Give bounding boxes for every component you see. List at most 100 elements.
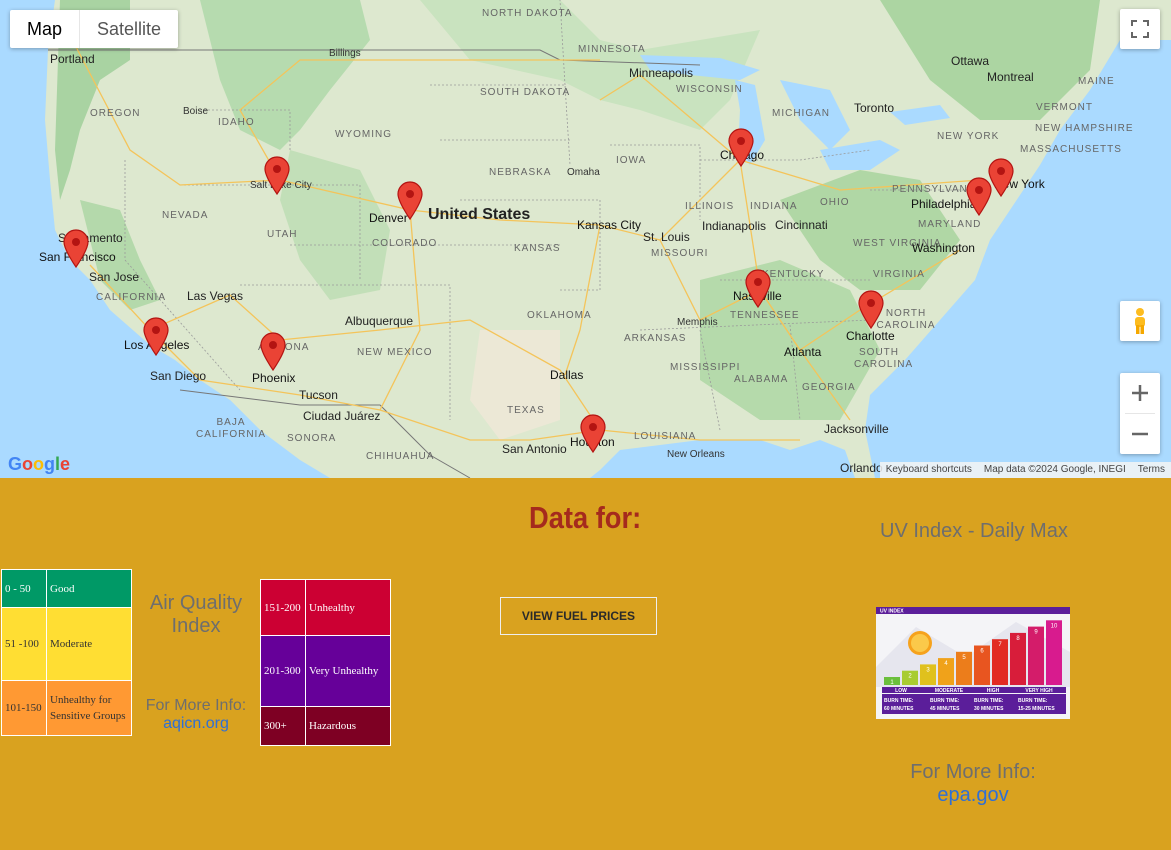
state-label: WISCONSIN	[676, 84, 743, 95]
city-label: Billings	[329, 48, 361, 59]
marker-pin-icon	[728, 128, 754, 168]
state-label: MICHIGAN	[772, 108, 830, 119]
google-logo-letter: o	[33, 454, 45, 474]
google-logo-letter: G	[8, 454, 23, 474]
aqi-row: 151-200 Unhealthy	[260, 579, 391, 636]
view-fuel-prices-button[interactable]: VIEW FUEL PRICES	[500, 597, 657, 635]
aqicn-link[interactable]: aqicn.org	[137, 715, 255, 733]
map-marker-salt-lake-city[interactable]	[263, 155, 291, 196]
uv-burn-label: BURN TIME:	[930, 698, 960, 704]
city-label: Portland	[50, 52, 95, 66]
city-label: Toronto	[854, 101, 895, 115]
map-marker-san-francisco[interactable]	[62, 228, 90, 269]
plus-icon	[1132, 385, 1148, 401]
state-label: OKLAHOMA	[527, 310, 592, 321]
city-label: San Jose	[89, 270, 140, 284]
state-label: SONORA	[287, 433, 337, 444]
map-marker-nashville[interactable]	[744, 268, 772, 309]
map-marker-charlotte[interactable]	[857, 289, 885, 330]
map-marker-los-angeles[interactable]	[142, 316, 170, 357]
aqi-row: 0 - 50 Good	[1, 569, 132, 608]
epa-link[interactable]: epa.gov	[880, 784, 1066, 807]
state-label: IOWA	[616, 155, 647, 166]
data-for-heading: Data for:	[529, 500, 642, 535]
map[interactable]: NORTH DAKOTA MINNESOTA SOUTH DAKOTA WISC…	[0, 0, 1171, 478]
map-marker-houston[interactable]	[579, 413, 607, 454]
city-label: Las Vegas	[187, 289, 244, 303]
uv-index-chart-image: UV INDEX 12345678910 LOW MODERATE HIGH VERY…	[876, 607, 1070, 719]
terms-link[interactable]: Terms	[1132, 462, 1171, 478]
aqi-row: 101-150 Unhealthy for Sensitive Groups	[1, 680, 132, 736]
map-data-text: Map data ©2024 Google, INEGI	[983, 464, 1126, 475]
aqi-title: Air Quality Index	[149, 592, 243, 637]
map-marker-new-york[interactable]	[987, 157, 1015, 198]
aqi-legend-right: 151-200 Unhealthy 201-300 Very Unhealthy…	[260, 579, 391, 746]
map-attribution: Keyboard shortcuts Map data ©2024 Google…	[879, 462, 1171, 478]
uv-level-label: VERY HIGH	[1025, 688, 1053, 694]
state-label: ALABAMA	[734, 374, 789, 385]
aqi-range: 201-300	[260, 635, 306, 707]
google-logo-letter: o	[22, 454, 34, 474]
keyboard-shortcuts-link[interactable]: Keyboard shortcuts	[880, 462, 978, 478]
state-label: OHIO	[820, 197, 850, 208]
google-logo-letter: e	[60, 454, 71, 474]
uv-burn-time: 45 MINUTES	[930, 706, 960, 712]
city-label: Minneapolis	[629, 66, 694, 80]
marker-pin-icon	[260, 332, 286, 372]
map-type-map-button[interactable]: Map	[10, 10, 79, 48]
aqi-range: 101-150	[1, 680, 47, 736]
map-marker-denver[interactable]	[396, 180, 424, 221]
marker-pin-icon	[63, 229, 89, 269]
uv-burn-time: 60 MINUTES	[884, 706, 914, 712]
zoom-out-button[interactable]	[1120, 414, 1160, 454]
aqi-level: Unhealthy for Sensitive Groups	[46, 680, 132, 736]
uv-burn-time: 30 MINUTES	[974, 706, 1004, 712]
map-type-satellite-button[interactable]: Satellite	[79, 10, 178, 48]
fullscreen-icon	[1131, 20, 1149, 38]
city-label: Charlotte	[846, 329, 895, 343]
state-label: CALIFORNIA	[96, 292, 167, 303]
state-label: LOUISIANA	[634, 431, 697, 442]
city-label: Boise	[183, 106, 209, 117]
state-label: MARYLAND	[918, 219, 982, 230]
city-label: Ottawa	[951, 54, 990, 68]
zoom-in-button[interactable]	[1120, 373, 1160, 413]
state-label: COLORADO	[372, 238, 438, 249]
city-label: Albuquerque	[345, 314, 414, 328]
state-label: MINNESOTA	[578, 44, 646, 55]
state-label: VERMONT	[1036, 102, 1093, 113]
state-label: NEW YORK	[937, 131, 1000, 142]
state-label: NEVADA	[162, 210, 209, 221]
state-label: MISSISSIPPI	[670, 362, 741, 373]
state-label: TENNESSEE	[730, 310, 800, 321]
uv-level-label: MODERATE	[935, 688, 964, 694]
state-label: MAINE	[1078, 76, 1115, 87]
map-marker-chicago[interactable]	[727, 127, 755, 168]
map-marker-phoenix[interactable]	[259, 331, 287, 372]
aqi-level: Moderate	[46, 607, 132, 681]
uv-burn-label: BURN TIME:	[884, 698, 914, 704]
city-label: St. Louis	[643, 230, 690, 244]
uv-bar	[1046, 620, 1062, 685]
uv-more-info-label: For More Info:	[910, 761, 1036, 783]
state-label: INDIANA	[750, 201, 798, 212]
aqi-level: Unhealthy	[305, 579, 391, 636]
minus-icon	[1132, 432, 1148, 436]
city-label: San Diego	[150, 369, 207, 383]
state-label: NEW MEXICO	[357, 347, 433, 358]
map-type-control: Map Satellite	[10, 10, 179, 48]
city-label: Cincinnati	[775, 218, 828, 232]
state-label: VIRGINIA	[873, 269, 925, 280]
google-logo[interactable]: Google	[8, 454, 70, 475]
state-label: UTAH	[267, 229, 298, 240]
fullscreen-button[interactable]	[1120, 9, 1160, 49]
uv-image-header: UV INDEX	[880, 609, 904, 615]
state-label: NORTH DAKOTA	[482, 8, 573, 19]
aqi-row: 300+ Hazardous	[260, 706, 391, 746]
street-view-pegman-button[interactable]	[1120, 301, 1160, 341]
city-label: Phoenix	[252, 371, 296, 385]
uv-burn-time: 15-25 MINUTES	[1018, 706, 1055, 712]
city-label: Atlanta	[784, 345, 822, 359]
aqi-range: 0 - 50	[1, 569, 47, 608]
aqi-level: Good	[46, 569, 132, 608]
